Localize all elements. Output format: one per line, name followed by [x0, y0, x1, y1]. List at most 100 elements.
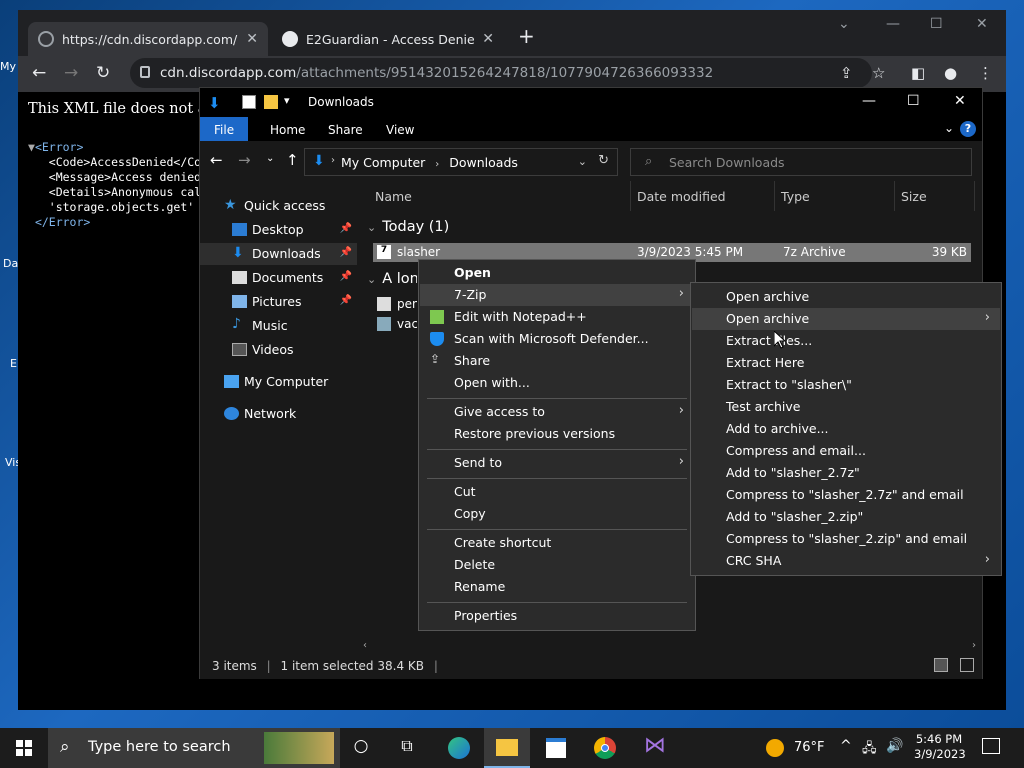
new-tab-icon[interactable]: +	[518, 24, 535, 48]
nav-music[interactable]: ♪ Music	[200, 315, 357, 337]
file-explorer-icon[interactable]	[484, 728, 530, 768]
scroll-left-icon[interactable]: ‹	[363, 640, 367, 651]
menu-restore-versions[interactable]: Restore previous versions	[420, 423, 694, 445]
tab-share[interactable]: Share	[314, 117, 377, 141]
lock-icon[interactable]	[140, 66, 150, 78]
group-long-ago[interactable]: ⌄ A long time ago	[367, 271, 417, 287]
nav-quick-access[interactable]: ★ Quick access	[200, 195, 357, 217]
zip-add-7z[interactable]: Add to "slasher_2.7z"	[692, 462, 1000, 484]
large-icons-view-icon[interactable]	[960, 658, 974, 672]
zip-compress-email[interactable]: Compress and email...	[692, 440, 1000, 462]
properties-icon[interactable]	[242, 95, 256, 109]
tab-e2guardian[interactable]: E2Guardian - Access Denied ✕	[272, 22, 504, 56]
nav-downloads[interactable]: ⬇ Downloads 📌	[200, 243, 357, 265]
close-tab-icon[interactable]: ✕	[246, 31, 258, 47]
new-folder-icon[interactable]	[264, 95, 278, 109]
menu-send-to[interactable]: Send to ›	[420, 452, 694, 474]
menu-share[interactable]: ⇪ Share	[420, 350, 694, 372]
column-size[interactable]: Size	[901, 181, 975, 211]
edge-icon[interactable]	[436, 728, 482, 768]
menu-defender[interactable]: Scan with Microsoft Defender...	[420, 328, 694, 350]
desktop-label[interactable]: E	[10, 357, 17, 370]
zip-open-archive-sub[interactable]: Open archive ›	[692, 308, 1000, 330]
maximize-icon[interactable]: ☐	[930, 16, 943, 32]
recent-locations-icon[interactable]: ⌄	[266, 153, 274, 164]
tab-file[interactable]: File	[200, 117, 249, 141]
windows-start-icon[interactable]	[16, 740, 32, 756]
menu-create-shortcut[interactable]: Create shortcut	[420, 532, 694, 554]
nav-desktop[interactable]: Desktop 📌	[200, 219, 357, 241]
maximize-icon[interactable]: ☐	[907, 93, 920, 109]
tab-view[interactable]: View	[372, 117, 428, 141]
address-dropdown-icon[interactable]: ⌄	[578, 155, 587, 168]
tab-discord[interactable]: https://cdn.discordapp.com/attachments ✕	[28, 22, 268, 56]
desktop-label[interactable]: Da	[3, 257, 18, 270]
bookmark-star-icon[interactable]: ☆	[872, 64, 885, 82]
task-view-icon[interactable]: ⧉	[384, 728, 430, 768]
clock[interactable]: 5:46 PM 3/9/2023	[914, 732, 966, 762]
back-icon[interactable]: ←	[32, 63, 46, 83]
close-icon[interactable]: ✕	[954, 93, 966, 109]
nav-network[interactable]: Network	[200, 403, 357, 425]
network-tray-icon[interactable]: 🖧	[862, 739, 877, 761]
weather-icon[interactable]	[766, 739, 784, 757]
tab-home[interactable]: Home	[256, 117, 319, 141]
zip-compress-zip-email[interactable]: Compress to "slasher_2.zip" and email	[692, 528, 1000, 550]
search-box[interactable]: ⌕ Search Downloads	[630, 148, 972, 176]
scroll-right-icon[interactable]: ›	[972, 640, 976, 651]
nav-my-computer[interactable]: My Computer	[200, 371, 357, 393]
taskbar-search[interactable]: ⌕ Type here to search	[48, 728, 340, 768]
zip-extract-files[interactable]: Extract files...	[692, 330, 1000, 352]
zip-add-zip[interactable]: Add to "slasher_2.zip"	[692, 506, 1000, 528]
zip-crc-sha[interactable]: CRC SHA ›	[692, 550, 1000, 572]
column-name[interactable]: Name	[375, 181, 631, 211]
menu-notepadpp[interactable]: Edit with Notepad++	[420, 306, 694, 328]
forward-icon[interactable]: →	[64, 63, 78, 83]
desktop-label[interactable]: My	[0, 60, 16, 73]
notifications-icon[interactable]	[982, 738, 1000, 754]
address-bar[interactable]: cdn.discordapp.com/attachments/951432015…	[130, 58, 872, 88]
weather-temp[interactable]: 76°F	[794, 740, 825, 755]
zip-compress-7z-email[interactable]: Compress to "slasher_2.7z" and email	[692, 484, 1000, 506]
minimize-icon[interactable]: —	[862, 93, 876, 109]
reload-icon[interactable]: ↻	[96, 63, 110, 83]
menu-properties[interactable]: Properties	[420, 605, 694, 627]
refresh-icon[interactable]: ↻	[598, 153, 609, 168]
pin-icon[interactable]: 📌	[340, 271, 352, 282]
side-panel-icon[interactable]: ◧	[911, 64, 925, 82]
pin-icon[interactable]: 📌	[340, 295, 352, 306]
zip-open-archive[interactable]: Open archive	[692, 286, 1000, 308]
menu-cut[interactable]: Cut	[420, 481, 694, 503]
close-icon[interactable]: ✕	[976, 16, 988, 32]
column-type[interactable]: Type	[781, 181, 895, 211]
address-bar[interactable]: ⬇ › My Computer › Downloads ⌄ ↻	[304, 148, 618, 176]
file-row-vac4[interactable]: vac4	[373, 315, 417, 334]
zip-test-archive[interactable]: Test archive	[692, 396, 1000, 418]
share-icon[interactable]: ⇪	[840, 64, 853, 82]
breadcrumb-my-computer[interactable]: My Computer	[341, 155, 425, 170]
zip-add-to-archive[interactable]: Add to archive...	[692, 418, 1000, 440]
column-date-modified[interactable]: Date modified	[637, 181, 775, 211]
minimize-icon[interactable]: —	[886, 16, 900, 32]
close-tab-icon[interactable]: ✕	[482, 31, 494, 47]
up-icon[interactable]: ↑	[286, 151, 299, 169]
zip-extract-here[interactable]: Extract Here	[692, 352, 1000, 374]
back-icon[interactable]: ←	[210, 151, 223, 169]
menu-icon[interactable]: ⋮	[978, 64, 993, 82]
store-icon[interactable]	[534, 728, 580, 768]
menu-7zip[interactable]: 7-Zip ›	[420, 284, 694, 306]
nav-pictures[interactable]: Pictures 📌	[200, 291, 357, 313]
group-today[interactable]: ⌄ Today (1)	[367, 219, 449, 235]
chrome-icon[interactable]	[582, 728, 628, 768]
ribbon-expand-icon[interactable]: ⌄	[944, 121, 954, 135]
visual-studio-icon[interactable]: ⋈	[632, 728, 678, 768]
tab-search-icon[interactable]: ⌄	[838, 16, 850, 32]
cortana-icon[interactable]: ○	[338, 728, 384, 768]
menu-open-with[interactable]: Open with...	[420, 372, 694, 394]
pin-icon[interactable]: 📌	[340, 223, 352, 234]
volume-icon[interactable]: 🔊	[886, 738, 903, 754]
forward-icon[interactable]: →	[238, 151, 251, 169]
breadcrumb-downloads[interactable]: Downloads	[449, 155, 518, 170]
menu-give-access[interactable]: Give access to ›	[420, 401, 694, 423]
profile-icon[interactable]: ●	[944, 64, 957, 82]
